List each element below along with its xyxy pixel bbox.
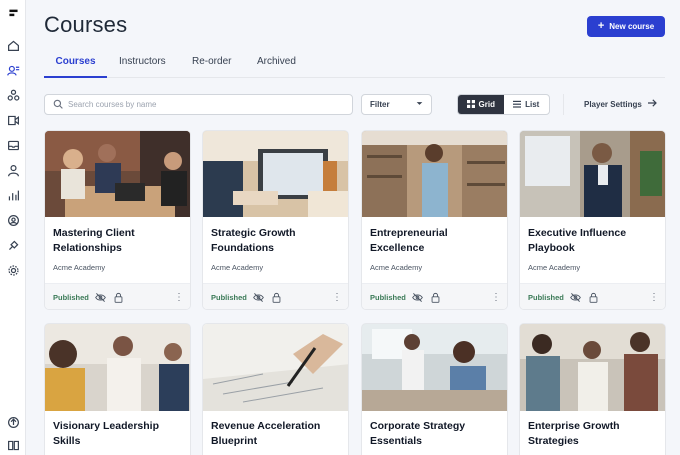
status-badge: Published [528,293,564,302]
course-title: Corporate Strategy Essentials [370,420,466,447]
card-footer: Published ⋮ [45,283,190,309]
arrow-right-icon [647,99,657,109]
home-icon[interactable] [5,37,21,53]
filter-dropdown[interactable]: Filter [361,94,432,115]
card-footer: Published ⋮ [203,283,348,309]
course-academy: Acme Academy [211,263,264,272]
course-academy: Acme Academy [53,263,106,272]
status-badge: Published [53,293,89,302]
grid-icon [466,99,475,110]
course-title: Visionary Leadership Skills [53,420,160,447]
course-card[interactable]: Enterprise Growth Strategies [519,323,666,455]
course-card[interactable]: Executive Influence Playbook Acme Academ… [519,130,666,310]
course-card[interactable]: Corporate Strategy Essentials [361,323,508,455]
more-options-icon[interactable]: ⋮ [649,292,659,303]
eye-off-icon[interactable] [95,292,107,304]
status-badge: Published [370,293,406,302]
lock-icon[interactable] [430,292,442,304]
list-label: List [525,100,540,109]
app-root: Courses + New course Courses Instructors… [0,0,680,455]
more-options-icon[interactable]: ⋮ [491,292,501,303]
video-icon[interactable] [5,112,21,128]
courses-icon[interactable] [5,62,21,78]
new-course-button[interactable]: + New course [587,16,665,37]
tab-instructors[interactable]: Instructors [119,56,166,78]
course-title: Revenue Acceleration Blueprint [211,420,321,447]
course-title: Executive Influence Playbook [528,227,627,254]
tab-bar: Courses Instructors Re-order Archived [44,54,665,78]
course-title: Enterprise Growth Strategies [528,420,620,447]
course-title: Strategic Growth Foundations [211,227,296,254]
integrations-icon[interactable] [5,237,21,253]
course-thumbnail [203,324,348,411]
sidebar [0,0,26,455]
search-icon [53,96,63,114]
lock-icon[interactable] [113,292,125,304]
course-title: Mastering Client Relationships [53,227,135,254]
status-badge: Published [211,293,247,302]
new-course-label: New course [609,22,655,31]
course-thumbnail [45,131,190,217]
lock-icon[interactable] [271,292,283,304]
course-thumbnail [203,131,348,217]
course-thumbnail [362,131,507,217]
community-icon[interactable] [5,87,21,103]
filter-label: Filter [370,100,390,109]
search-box[interactable] [44,94,353,115]
tab-courses[interactable]: Courses [44,56,107,78]
user-icon[interactable] [5,162,21,178]
course-thumbnail [520,131,665,217]
inbox-icon[interactable] [5,137,21,153]
list-icon [513,100,522,110]
toolbar-divider [563,94,564,115]
account-icon[interactable] [5,212,21,228]
lock-icon[interactable] [588,292,600,304]
course-card[interactable]: Strategic Growth Foundations Acme Academ… [202,130,349,310]
player-settings-link[interactable]: Player Settings [584,99,657,109]
caret-down-icon [416,100,423,109]
course-academy: Acme Academy [370,263,423,272]
analytics-icon[interactable] [5,187,21,203]
course-card[interactable]: Mastering Client Relationships Acme Acad… [44,130,191,310]
more-options-icon[interactable]: ⋮ [174,292,184,303]
eye-off-icon[interactable] [570,292,582,304]
course-title: Entrepreneurial Excellence [370,227,448,254]
card-footer: Published ⋮ [362,283,507,309]
player-settings-label: Player Settings [584,99,642,109]
eye-off-icon[interactable] [253,292,265,304]
course-academy: Acme Academy [528,263,581,272]
list-view-button[interactable]: List [504,95,550,114]
course-card[interactable]: Entrepreneurial Excellence Acme Academy … [361,130,508,310]
search-input[interactable] [68,100,328,109]
view-toggle: Grid List [457,94,550,115]
grid-view-button[interactable]: Grid [458,95,504,114]
plus-icon: + [597,20,605,32]
book-icon[interactable] [5,437,21,453]
page-title: Courses [44,12,128,37]
course-thumbnail [520,324,665,411]
more-options-icon[interactable]: ⋮ [332,292,342,303]
course-thumbnail [362,324,507,411]
settings-icon[interactable] [5,262,21,278]
upload-icon[interactable] [5,414,21,430]
card-footer: Published ⋮ [520,283,665,309]
course-card[interactable]: Visionary Leadership Skills [44,323,191,455]
tab-re-order[interactable]: Re-order [192,56,231,78]
course-thumbnail [45,324,190,411]
grid-label: Grid [478,100,495,109]
eye-off-icon[interactable] [412,292,424,304]
tab-archived[interactable]: Archived [257,56,296,78]
course-card[interactable]: Revenue Acceleration Blueprint [202,323,349,455]
logo-icon[interactable] [5,6,21,22]
